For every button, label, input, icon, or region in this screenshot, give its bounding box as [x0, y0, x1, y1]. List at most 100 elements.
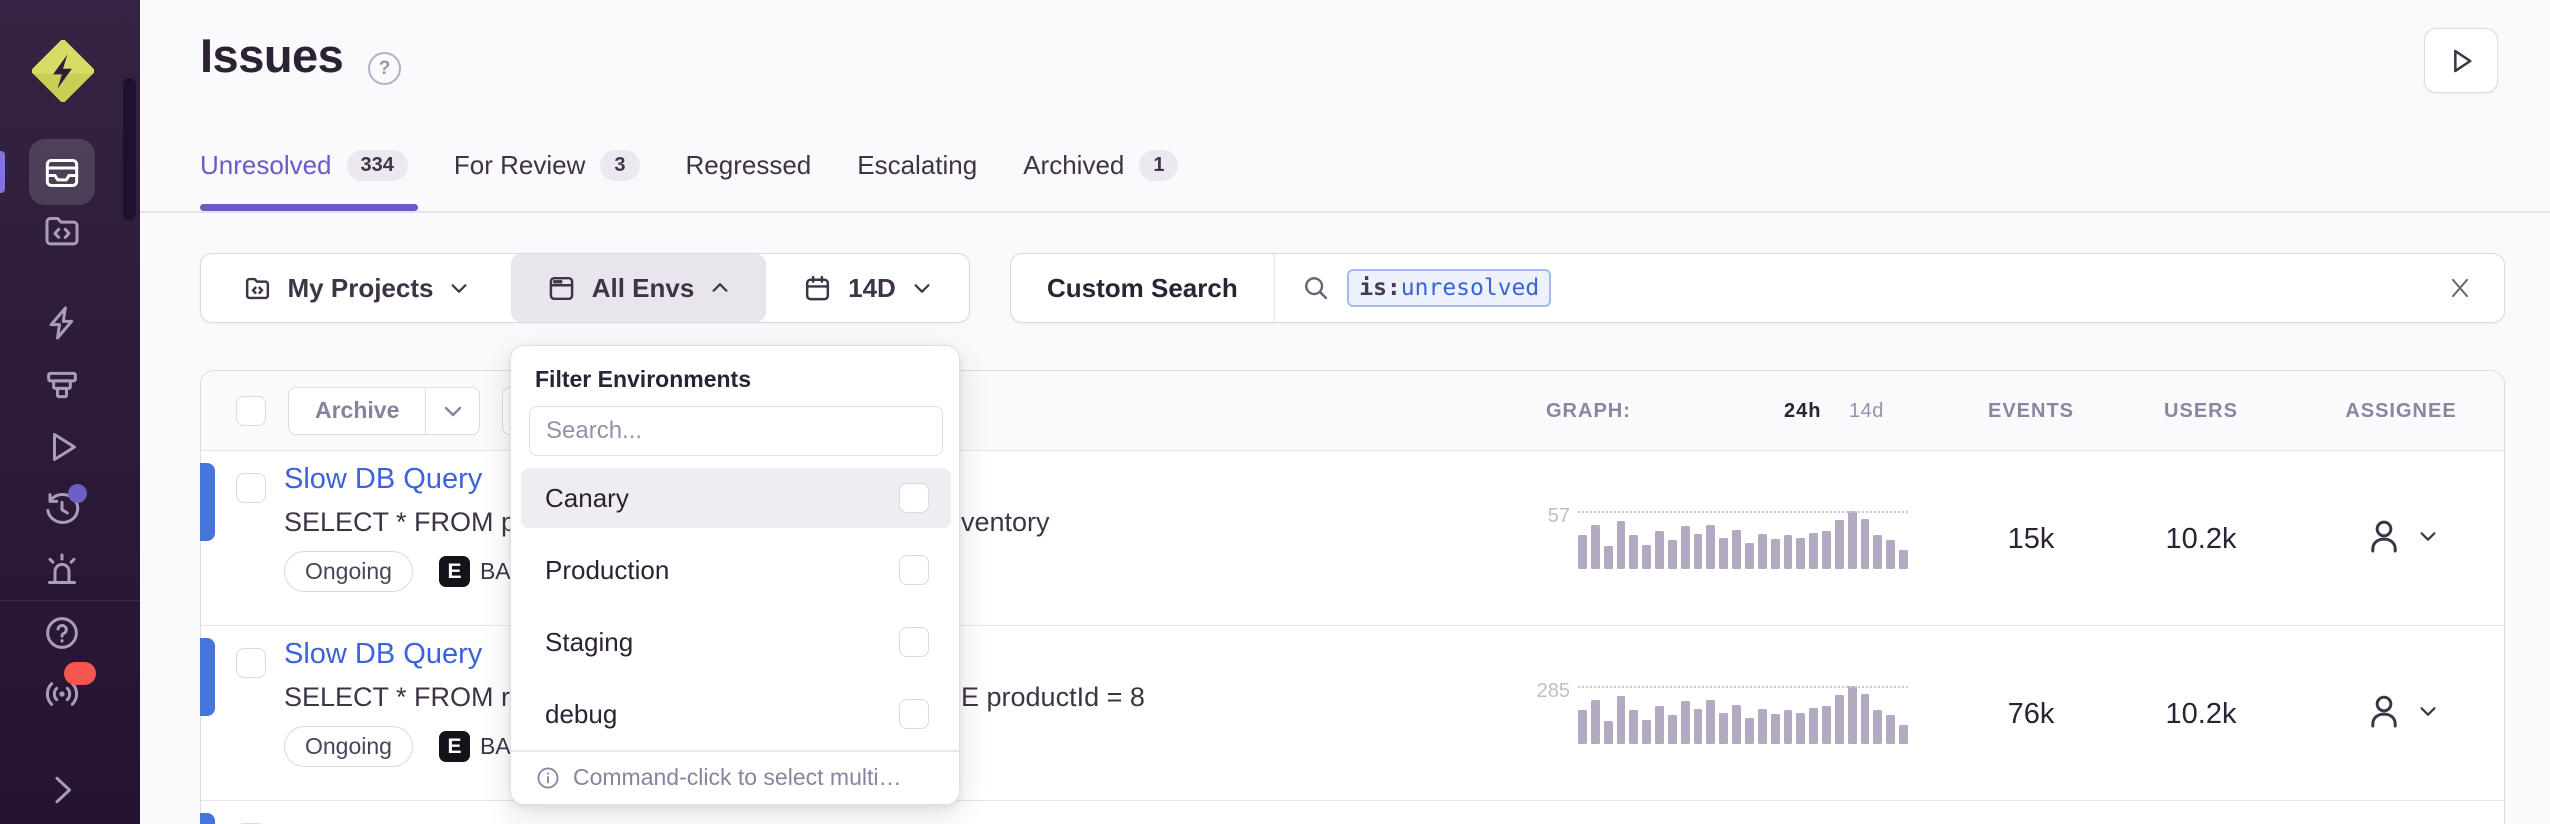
help-icon[interactable] [42, 613, 82, 653]
env-option-checkbox[interactable] [899, 555, 929, 585]
env-option-staging[interactable]: Staging [521, 612, 951, 672]
environments-icon [546, 273, 577, 304]
env-option-checkbox[interactable] [899, 699, 929, 729]
funnel-stack-icon[interactable] [42, 365, 82, 405]
calendar-icon [802, 273, 833, 304]
custom-search-button[interactable]: Custom Search [1011, 273, 1274, 304]
environment-options: Canary Production Staging debug [521, 468, 951, 756]
graph-range-14d[interactable]: 14d [1849, 371, 1884, 451]
dropdown-footer-divider [511, 750, 959, 752]
env-option-production[interactable]: Production [521, 540, 951, 600]
tab-count-badge: 3 [600, 150, 639, 181]
broadcast-notification-dot [64, 662, 96, 685]
alerts-siren-icon[interactable] [42, 550, 82, 590]
issue-badges: Ongoing E BAC [284, 551, 527, 592]
page-filter-bar: My Projects All Envs 1 [200, 253, 970, 323]
date-range-filter-button[interactable]: 14D [766, 254, 969, 322]
graph-max-label: 285 [1536, 680, 1570, 703]
issue-subtitle-left: SELECT * FROM re [284, 682, 525, 713]
dropdown-title: Filter Environments [535, 366, 751, 393]
issue-title-link[interactable]: Slow DB Query [284, 638, 482, 671]
column-header-graph: GRAPH: [1546, 371, 1631, 451]
tab-label: For Review [454, 150, 585, 181]
issue-subtitle-left: SELECT * FROM p [284, 507, 516, 538]
info-icon [535, 765, 561, 791]
event-graph: 57 [1536, 507, 1911, 571]
tab-escalating[interactable]: Escalating [857, 150, 977, 181]
tab-for-review[interactable]: For Review 3 [454, 150, 640, 181]
search-token-key: is: [1359, 275, 1401, 301]
unread-indicator [200, 813, 215, 824]
environment-filter-button[interactable]: All Envs [511, 254, 766, 322]
projects-icon [242, 273, 273, 304]
explore-folder-code-icon[interactable] [42, 211, 82, 251]
assignee-selector[interactable] [2311, 690, 2491, 732]
events-count: 76k [1946, 698, 2116, 731]
unread-indicator [200, 638, 215, 716]
issues-inbox-icon[interactable] [42, 153, 82, 193]
chevron-down-icon [441, 399, 465, 423]
project-filter-label: My Projects [288, 273, 434, 304]
status-badge: Ongoing [284, 551, 413, 592]
env-option-checkbox[interactable] [899, 627, 929, 657]
env-option-label: Canary [545, 483, 629, 514]
env-option-checkbox[interactable] [899, 483, 929, 513]
issue-title-link[interactable]: Slow DB Query [284, 463, 482, 496]
org-logo[interactable] [32, 40, 94, 102]
clear-search-icon[interactable] [2446, 274, 2474, 302]
platform-icon: E [439, 556, 470, 587]
chevron-down-icon [2417, 700, 2439, 722]
select-all-checkbox[interactable] [236, 396, 266, 426]
history-notification-dot [68, 484, 87, 503]
env-option-debug[interactable]: debug [521, 684, 951, 744]
sparkline-chart [1578, 511, 1908, 569]
assignee-selector[interactable] [2311, 515, 2491, 557]
page-help-icon[interactable]: ? [368, 52, 401, 85]
chevron-up-icon [709, 277, 731, 299]
search-token[interactable]: is:unresolved [1347, 269, 1551, 307]
platform-icon: E [439, 731, 470, 762]
column-header-events: EVENTS [1946, 371, 2116, 451]
issue-search-bar: Custom Search is:unresolved [1010, 253, 2505, 323]
tab-label: Escalating [857, 150, 977, 181]
environment-search-input[interactable] [529, 406, 943, 456]
assignee-person-icon [2363, 690, 2405, 732]
search-divider [1274, 254, 1276, 322]
env-option-label: Production [545, 555, 669, 586]
tab-label: Archived [1023, 150, 1124, 181]
page-title: Issues [200, 28, 343, 83]
archive-button[interactable]: Archive [288, 387, 426, 435]
graph-range-24h[interactable]: 24h [1784, 371, 1821, 451]
sparkline-chart [1578, 686, 1908, 744]
issue-subtitle-right: E productId = 8 [961, 682, 1145, 713]
row-checkbox[interactable] [236, 473, 266, 503]
project-filter-button[interactable]: My Projects [201, 254, 511, 322]
date-range-label: 14D [848, 273, 896, 304]
replays-play-icon[interactable] [42, 427, 82, 467]
main-content: Issues ? Unresolved 334 For Review 3 Reg… [140, 0, 2550, 824]
env-option-label: debug [545, 699, 617, 730]
sidebar [0, 0, 140, 824]
play-demo-button[interactable] [2424, 28, 2498, 93]
archive-dropdown-button[interactable] [426, 387, 480, 435]
column-header-assignee: ASSIGNEE [2311, 371, 2491, 451]
users-count: 10.2k [2116, 523, 2286, 556]
row-checkbox[interactable] [236, 648, 266, 678]
tab-regressed[interactable]: Regressed [686, 150, 812, 181]
tab-unresolved[interactable]: Unresolved 334 [200, 150, 408, 181]
play-icon [2444, 44, 2478, 78]
tab-archived[interactable]: Archived 1 [1023, 150, 1178, 181]
assignee-person-icon [2363, 515, 2405, 557]
env-option-canary[interactable]: Canary [521, 468, 951, 528]
active-tab-underline [200, 204, 418, 211]
sidebar-scrollbar[interactable] [123, 78, 136, 220]
search-token-value: unresolved [1401, 275, 1539, 301]
lightning-bolt-icon[interactable] [42, 303, 82, 343]
sidebar-expand-chevron-icon[interactable] [42, 770, 82, 810]
archive-button-group: Archive [288, 387, 480, 435]
column-header-users: USERS [2116, 371, 2286, 451]
dropdown-footer-text: Command-click to select multi… [573, 764, 901, 791]
issue-subtitle-right: ventory [961, 507, 1050, 538]
environment-filter-label: All Envs [592, 273, 695, 304]
event-graph: 285 [1536, 682, 1911, 746]
